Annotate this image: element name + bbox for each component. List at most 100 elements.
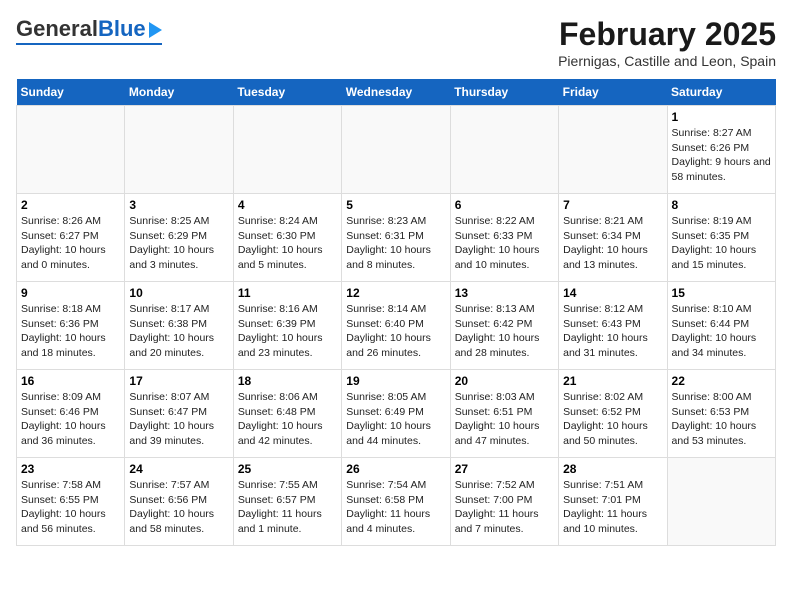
column-header-saturday: Saturday (667, 79, 775, 106)
calendar-cell: 1 Sunrise: 8:27 AM Sunset: 6:26 PM Daylig… (667, 106, 775, 194)
day-info: Sunrise: 8:18 AM Sunset: 6:36 PM Dayligh… (21, 302, 120, 361)
day-number: 25 (238, 462, 337, 476)
day-info: Sunrise: 8:22 AM Sunset: 6:33 PM Dayligh… (455, 214, 554, 273)
day-info: Sunrise: 8:25 AM Sunset: 6:29 PM Dayligh… (129, 214, 228, 273)
day-number: 2 (21, 198, 120, 212)
calendar-cell: 26 Sunrise: 7:54 AM Sunset: 6:58 PM Dayli… (342, 458, 450, 546)
calendar-cell: 22 Sunrise: 8:00 AM Sunset: 6:53 PM Dayli… (667, 370, 775, 458)
day-number: 7 (563, 198, 662, 212)
calendar-cell (450, 106, 558, 194)
column-header-tuesday: Tuesday (233, 79, 341, 106)
day-info: Sunrise: 8:26 AM Sunset: 6:27 PM Dayligh… (21, 214, 120, 273)
calendar-cell: 9 Sunrise: 8:18 AM Sunset: 6:36 PM Daylig… (17, 282, 125, 370)
column-header-thursday: Thursday (450, 79, 558, 106)
day-number: 3 (129, 198, 228, 212)
day-number: 15 (672, 286, 771, 300)
day-info: Sunrise: 8:09 AM Sunset: 6:46 PM Dayligh… (21, 390, 120, 449)
column-header-wednesday: Wednesday (342, 79, 450, 106)
day-info: Sunrise: 8:07 AM Sunset: 6:47 PM Dayligh… (129, 390, 228, 449)
day-number: 13 (455, 286, 554, 300)
day-number: 26 (346, 462, 445, 476)
calendar-cell: 3 Sunrise: 8:25 AM Sunset: 6:29 PM Daylig… (125, 194, 233, 282)
calendar-cell: 6 Sunrise: 8:22 AM Sunset: 6:33 PM Daylig… (450, 194, 558, 282)
calendar-cell (17, 106, 125, 194)
day-info: Sunrise: 7:57 AM Sunset: 6:56 PM Dayligh… (129, 478, 228, 537)
day-info: Sunrise: 8:21 AM Sunset: 6:34 PM Dayligh… (563, 214, 662, 273)
calendar-cell: 17 Sunrise: 8:07 AM Sunset: 6:47 PM Dayli… (125, 370, 233, 458)
calendar-cell: 12 Sunrise: 8:14 AM Sunset: 6:40 PM Dayli… (342, 282, 450, 370)
day-info: Sunrise: 8:05 AM Sunset: 6:49 PM Dayligh… (346, 390, 445, 449)
calendar-cell: 23 Sunrise: 7:58 AM Sunset: 6:55 PM Dayli… (17, 458, 125, 546)
day-number: 5 (346, 198, 445, 212)
calendar-cell (233, 106, 341, 194)
day-info: Sunrise: 8:03 AM Sunset: 6:51 PM Dayligh… (455, 390, 554, 449)
day-info: Sunrise: 7:51 AM Sunset: 7:01 PM Dayligh… (563, 478, 662, 537)
day-number: 18 (238, 374, 337, 388)
calendar-cell: 11 Sunrise: 8:16 AM Sunset: 6:39 PM Dayli… (233, 282, 341, 370)
day-number: 20 (455, 374, 554, 388)
calendar-cell: 8Sunrise: 8:19 AM Sunset: 6:35 PM Daylig… (667, 194, 775, 282)
week-row-3: 9 Sunrise: 8:18 AM Sunset: 6:36 PM Daylig… (17, 282, 776, 370)
logo-arrow-icon (149, 22, 162, 38)
day-number: 1 (672, 110, 771, 124)
calendar-cell: 7 Sunrise: 8:21 AM Sunset: 6:34 PM Daylig… (559, 194, 667, 282)
calendar-cell: 25 Sunrise: 7:55 AM Sunset: 6:57 PM Dayli… (233, 458, 341, 546)
column-header-friday: Friday (559, 79, 667, 106)
page-header: General Blue February 2025 Piernigas, Ca… (16, 16, 776, 69)
day-number: 27 (455, 462, 554, 476)
day-number: 23 (21, 462, 120, 476)
day-info: Sunrise: 8:12 AM Sunset: 6:43 PM Dayligh… (563, 302, 662, 361)
calendar-header-row: SundayMondayTuesdayWednesdayThursdayFrid… (17, 79, 776, 106)
calendar-cell: 19 Sunrise: 8:05 AM Sunset: 6:49 PM Dayli… (342, 370, 450, 458)
calendar-cell: 28 Sunrise: 7:51 AM Sunset: 7:01 PM Dayli… (559, 458, 667, 546)
column-header-monday: Monday (125, 79, 233, 106)
day-info: Sunrise: 8:24 AM Sunset: 6:30 PM Dayligh… (238, 214, 337, 273)
day-number: 12 (346, 286, 445, 300)
day-number: 17 (129, 374, 228, 388)
day-info: Sunrise: 7:52 AM Sunset: 7:00 PM Dayligh… (455, 478, 554, 537)
day-info: Sunrise: 8:13 AM Sunset: 6:42 PM Dayligh… (455, 302, 554, 361)
day-info: Sunrise: 8:10 AM Sunset: 6:44 PM Dayligh… (672, 302, 771, 361)
day-info: Sunrise: 8:00 AM Sunset: 6:53 PM Dayligh… (672, 390, 771, 449)
column-header-sunday: Sunday (17, 79, 125, 106)
day-info: Sunrise: 7:55 AM Sunset: 6:57 PM Dayligh… (238, 478, 337, 537)
day-number: 22 (672, 374, 771, 388)
calendar-cell: 15 Sunrise: 8:10 AM Sunset: 6:44 PM Dayli… (667, 282, 775, 370)
day-info: Sunrise: 7:58 AM Sunset: 6:55 PM Dayligh… (21, 478, 120, 537)
calendar-cell (125, 106, 233, 194)
calendar-cell: 5 Sunrise: 8:23 AM Sunset: 6:31 PM Daylig… (342, 194, 450, 282)
calendar-cell: 20 Sunrise: 8:03 AM Sunset: 6:51 PM Dayli… (450, 370, 558, 458)
day-number: 9 (21, 286, 120, 300)
day-info: Sunrise: 8:14 AM Sunset: 6:40 PM Dayligh… (346, 302, 445, 361)
day-info: Sunrise: 8:06 AM Sunset: 6:48 PM Dayligh… (238, 390, 337, 449)
day-info: Sunrise: 8:16 AM Sunset: 6:39 PM Dayligh… (238, 302, 337, 361)
calendar-cell: 21Sunrise: 8:02 AM Sunset: 6:52 PM Dayli… (559, 370, 667, 458)
day-number: 8 (672, 198, 771, 212)
week-row-5: 23 Sunrise: 7:58 AM Sunset: 6:55 PM Dayli… (17, 458, 776, 546)
day-number: 6 (455, 198, 554, 212)
calendar-cell: 10 Sunrise: 8:17 AM Sunset: 6:38 PM Dayli… (125, 282, 233, 370)
day-number: 11 (238, 286, 337, 300)
day-number: 19 (346, 374, 445, 388)
logo-blue: Blue (98, 16, 146, 42)
title-block: February 2025 Piernigas, Castille and Le… (558, 16, 776, 69)
calendar-cell (342, 106, 450, 194)
day-number: 16 (21, 374, 120, 388)
day-number: 21 (563, 374, 662, 388)
day-info: Sunrise: 8:17 AM Sunset: 6:38 PM Dayligh… (129, 302, 228, 361)
day-number: 10 (129, 286, 228, 300)
calendar-cell (667, 458, 775, 546)
calendar-cell: 18 Sunrise: 8:06 AM Sunset: 6:48 PM Dayli… (233, 370, 341, 458)
day-info: Sunrise: 8:27 AM Sunset: 6:26 PM Dayligh… (672, 126, 771, 185)
logo: General Blue (16, 16, 162, 45)
page-title: February 2025 (558, 16, 776, 53)
week-row-2: 2 Sunrise: 8:26 AM Sunset: 6:27 PM Daylig… (17, 194, 776, 282)
day-number: 14 (563, 286, 662, 300)
week-row-1: 1 Sunrise: 8:27 AM Sunset: 6:26 PM Daylig… (17, 106, 776, 194)
week-row-4: 16 Sunrise: 8:09 AM Sunset: 6:46 PM Dayli… (17, 370, 776, 458)
day-info: Sunrise: 7:54 AM Sunset: 6:58 PM Dayligh… (346, 478, 445, 537)
day-info: Sunrise: 8:23 AM Sunset: 6:31 PM Dayligh… (346, 214, 445, 273)
calendar-cell: 27 Sunrise: 7:52 AM Sunset: 7:00 PM Dayli… (450, 458, 558, 546)
calendar-table: SundayMondayTuesdayWednesdayThursdayFrid… (16, 79, 776, 546)
day-number: 28 (563, 462, 662, 476)
